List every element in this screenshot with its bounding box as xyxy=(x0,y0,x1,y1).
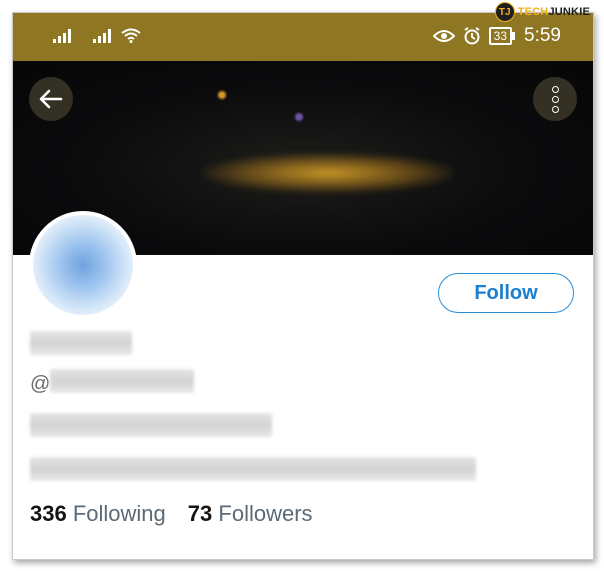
bio-line-redacted xyxy=(30,413,272,437)
alarm-icon xyxy=(464,27,480,45)
followers-label: Followers xyxy=(218,501,313,526)
handle-prefix: @ xyxy=(30,373,51,395)
eye-icon xyxy=(432,30,455,42)
following-label: Following xyxy=(72,501,166,526)
status-right: 33 5:59 xyxy=(432,25,561,47)
profile-stats: 336 Following 73 Followers xyxy=(30,501,313,527)
banner-glow xyxy=(203,153,453,193)
more-vertical-icon xyxy=(551,85,559,113)
followers-link[interactable]: 73 Followers xyxy=(188,501,313,527)
status-left xyxy=(53,27,141,43)
following-count: 336 xyxy=(30,501,67,526)
signal-icon xyxy=(93,27,111,43)
watermark-logo-icon: TJ xyxy=(494,2,515,22)
arrow-left-icon xyxy=(39,89,63,109)
follow-button[interactable]: Follow xyxy=(438,273,574,313)
bio-line-redacted xyxy=(30,457,476,481)
avatar[interactable] xyxy=(29,211,137,319)
signal-icon xyxy=(53,27,71,43)
banner-light xyxy=(218,91,226,99)
display-name-redacted xyxy=(30,331,132,355)
wifi-icon xyxy=(121,28,141,43)
techjunkie-watermark: TJ TECHJUNKIE xyxy=(494,2,590,22)
back-button[interactable] xyxy=(29,77,73,121)
watermark-text: TECHJUNKIE xyxy=(517,6,590,18)
app-frame: 33 5:59 Follow @ 336 Following 73 Follow… xyxy=(12,12,594,560)
battery-icon: 33 xyxy=(488,27,516,45)
status-time: 5:59 xyxy=(524,25,561,46)
followers-count: 73 xyxy=(187,501,213,526)
more-options-button[interactable] xyxy=(533,77,577,121)
handle-redacted xyxy=(50,369,194,393)
avatar-image xyxy=(33,215,133,315)
banner-light xyxy=(295,113,303,121)
following-link[interactable]: 336 Following xyxy=(30,501,166,527)
